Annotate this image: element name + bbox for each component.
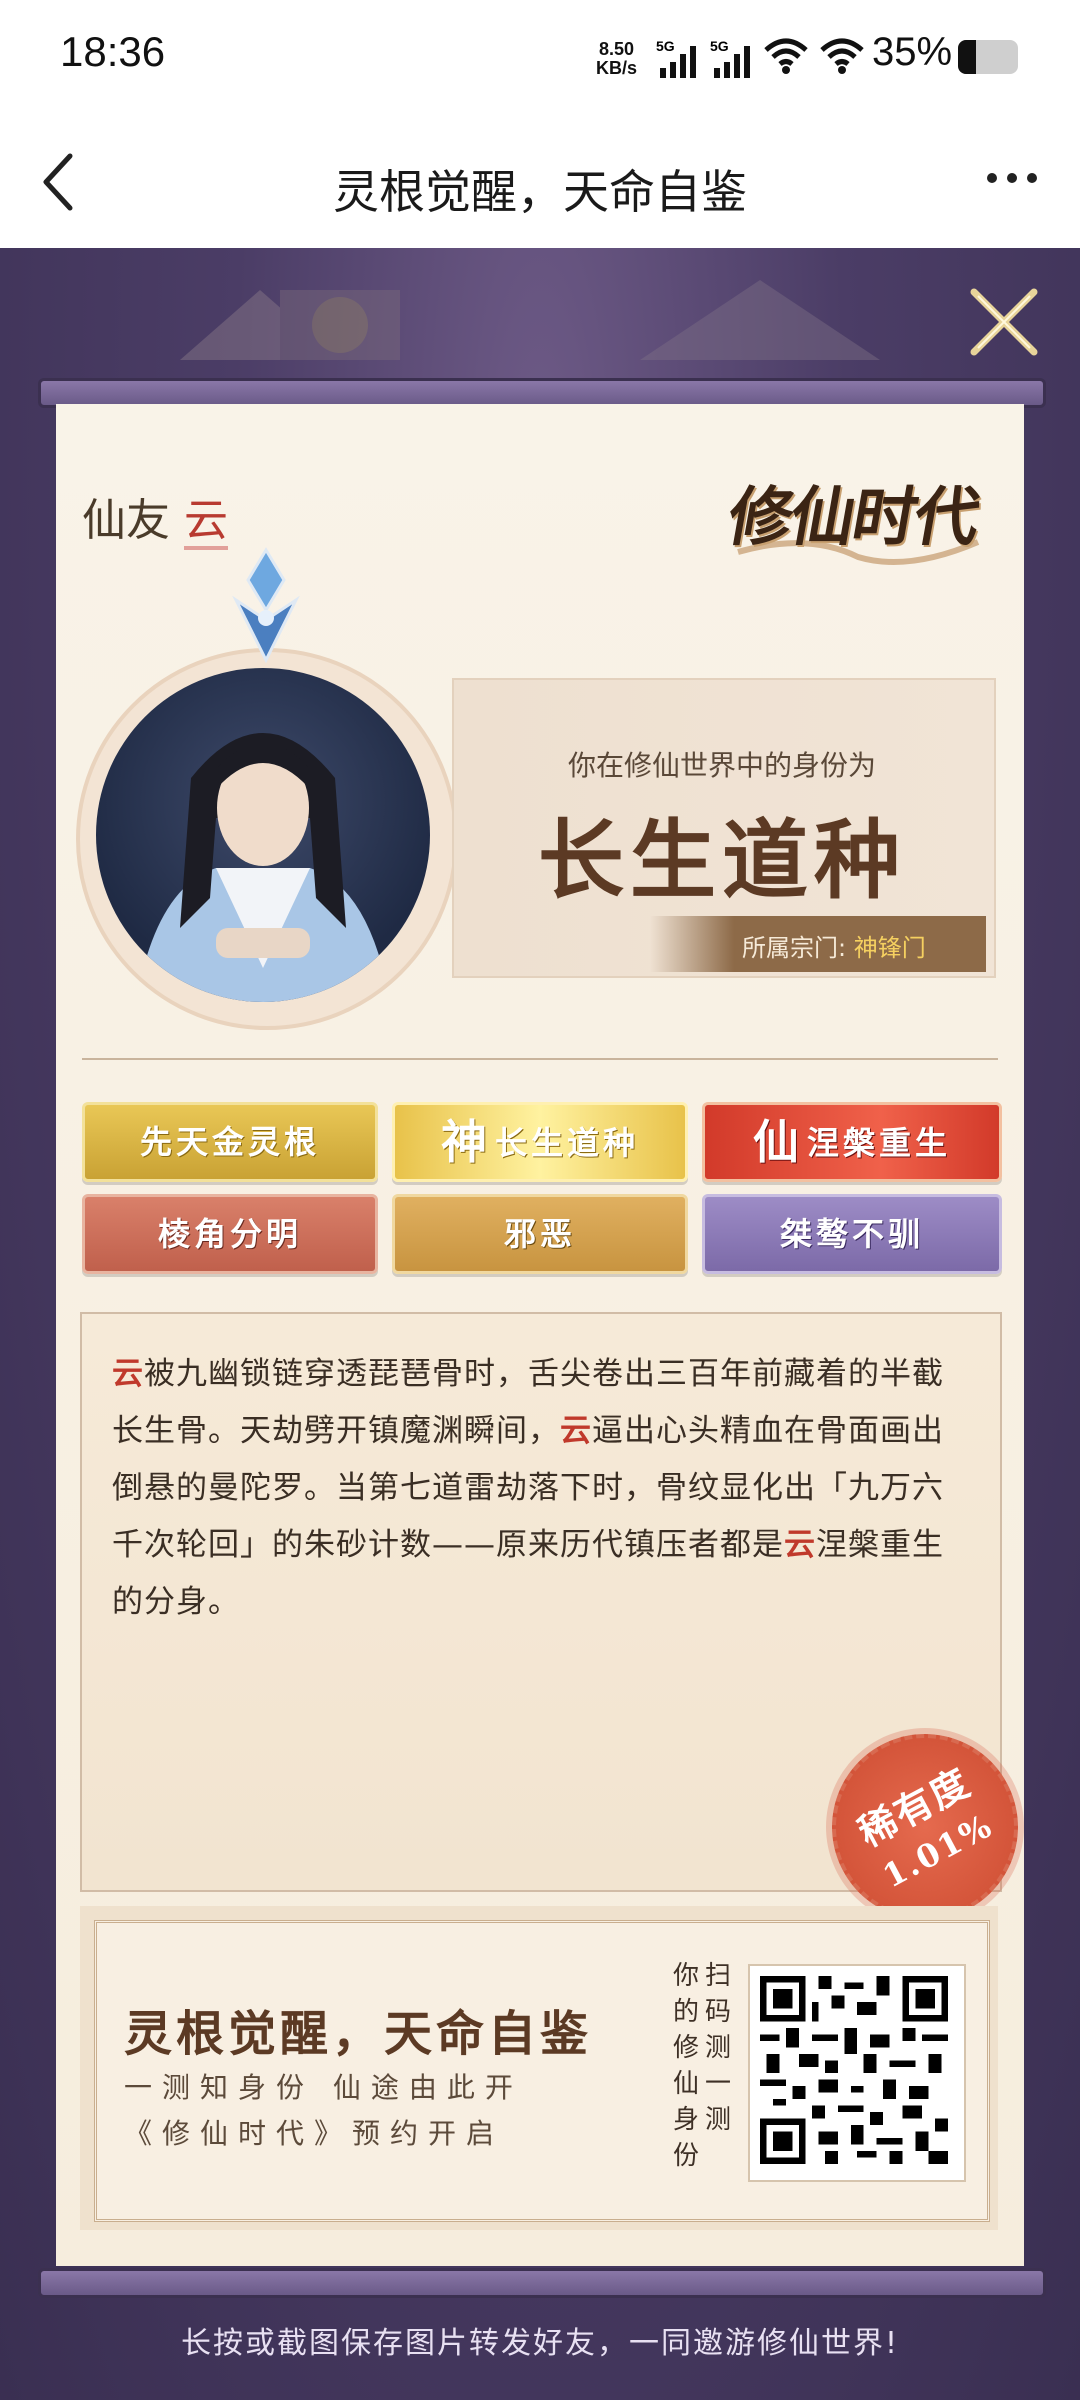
story-name-highlight: 云 — [560, 1413, 592, 1449]
tag-identity: 神长生道种 — [392, 1102, 688, 1182]
tag-label: 邪恶 — [503, 1215, 576, 1253]
identity-prefix: 你在修仙世界中的身份为 — [567, 749, 876, 782]
tag-trait-3: 桀骜不驯 — [702, 1194, 1002, 1274]
story-name-highlight: 云 — [112, 1356, 144, 1392]
qr-code-icon[interactable] — [760, 1976, 948, 2164]
page-title: 灵根觉醒，天命自鉴 — [333, 165, 747, 219]
nav-bar: 灵根觉醒，天命自鉴 — [0, 120, 1080, 248]
promo-title: 灵根觉醒，天命自鉴 — [124, 2006, 593, 2062]
sect-label: 所属宗门: — [742, 934, 847, 962]
more-horizontal-icon[interactable] — [984, 166, 1040, 190]
promo-line-2: 《修仙时代》预约开启 — [124, 2117, 505, 2150]
promo-vertical-text-1: 你的修仙身份 — [672, 1961, 699, 2171]
tag-big-char: 仙 — [752, 1115, 803, 1169]
story-text: 云被九幽锁链穿透琵琶骨时，舌尖卷出三百年前藏着的半截长生骨。天劫劈开镇魔渊瞬间，… — [112, 1346, 974, 1631]
network-speed-value: 8.50 — [598, 39, 635, 59]
wifi-icon-2 — [820, 38, 864, 74]
status-time: 18:36 — [60, 28, 166, 75]
hair-crown-icon — [232, 547, 300, 664]
status-bar: 18:36 8.50 KB/s 5G 5G 35% — [0, 0, 1080, 120]
tag-big-char: 神 — [440, 1115, 491, 1169]
friend-greeting: 仙友云 — [82, 484, 228, 550]
pavilion-decoration — [180, 280, 880, 360]
friend-label: 仙友 — [82, 495, 170, 546]
scroll-rod-bottom — [38, 2268, 1046, 2298]
sect-value: 神锋门 — [853, 934, 926, 962]
network-speed-unit: KB/s — [596, 58, 638, 78]
game-logo: 修仙时代 — [722, 480, 984, 555]
character-avatar — [96, 668, 430, 1002]
battery-percent: 35% — [872, 30, 953, 74]
story-name-highlight: 云 — [784, 1527, 816, 1563]
tag-label: 先天金灵根 — [139, 1123, 320, 1161]
battery-icon — [958, 40, 1018, 74]
tag-label: 长生道种 — [494, 1124, 639, 1162]
tag-label: 桀骜不驯 — [779, 1215, 924, 1253]
tag-immortal-trait: 仙涅槃重生 — [702, 1102, 1002, 1182]
close-icon[interactable] — [966, 284, 1042, 360]
sect-info: 所属宗门: 神锋门 — [742, 928, 926, 963]
tag-trait-1: 棱角分明 — [82, 1194, 378, 1274]
footer-hint: 长按或截图保存图片转发好友，一同邀游修仙世界! — [180, 2326, 900, 2361]
identity-title: 长生道种 — [538, 810, 906, 911]
promo-line-1: 一测知身份 仙途由此开 — [124, 2071, 523, 2104]
wifi-icon — [764, 38, 808, 74]
section-divider — [82, 1058, 998, 1060]
tag-trait-2: 邪恶 — [392, 1194, 688, 1274]
network-speed: 8.50 KB/s — [596, 40, 637, 78]
promo-vertical-text-2: 扫码测一测 — [704, 1961, 731, 2135]
tag-spirit-root: 先天金灵根 — [82, 1102, 378, 1182]
tag-label: 棱角分明 — [157, 1215, 302, 1253]
tag-label: 涅槃重生 — [806, 1124, 951, 1162]
